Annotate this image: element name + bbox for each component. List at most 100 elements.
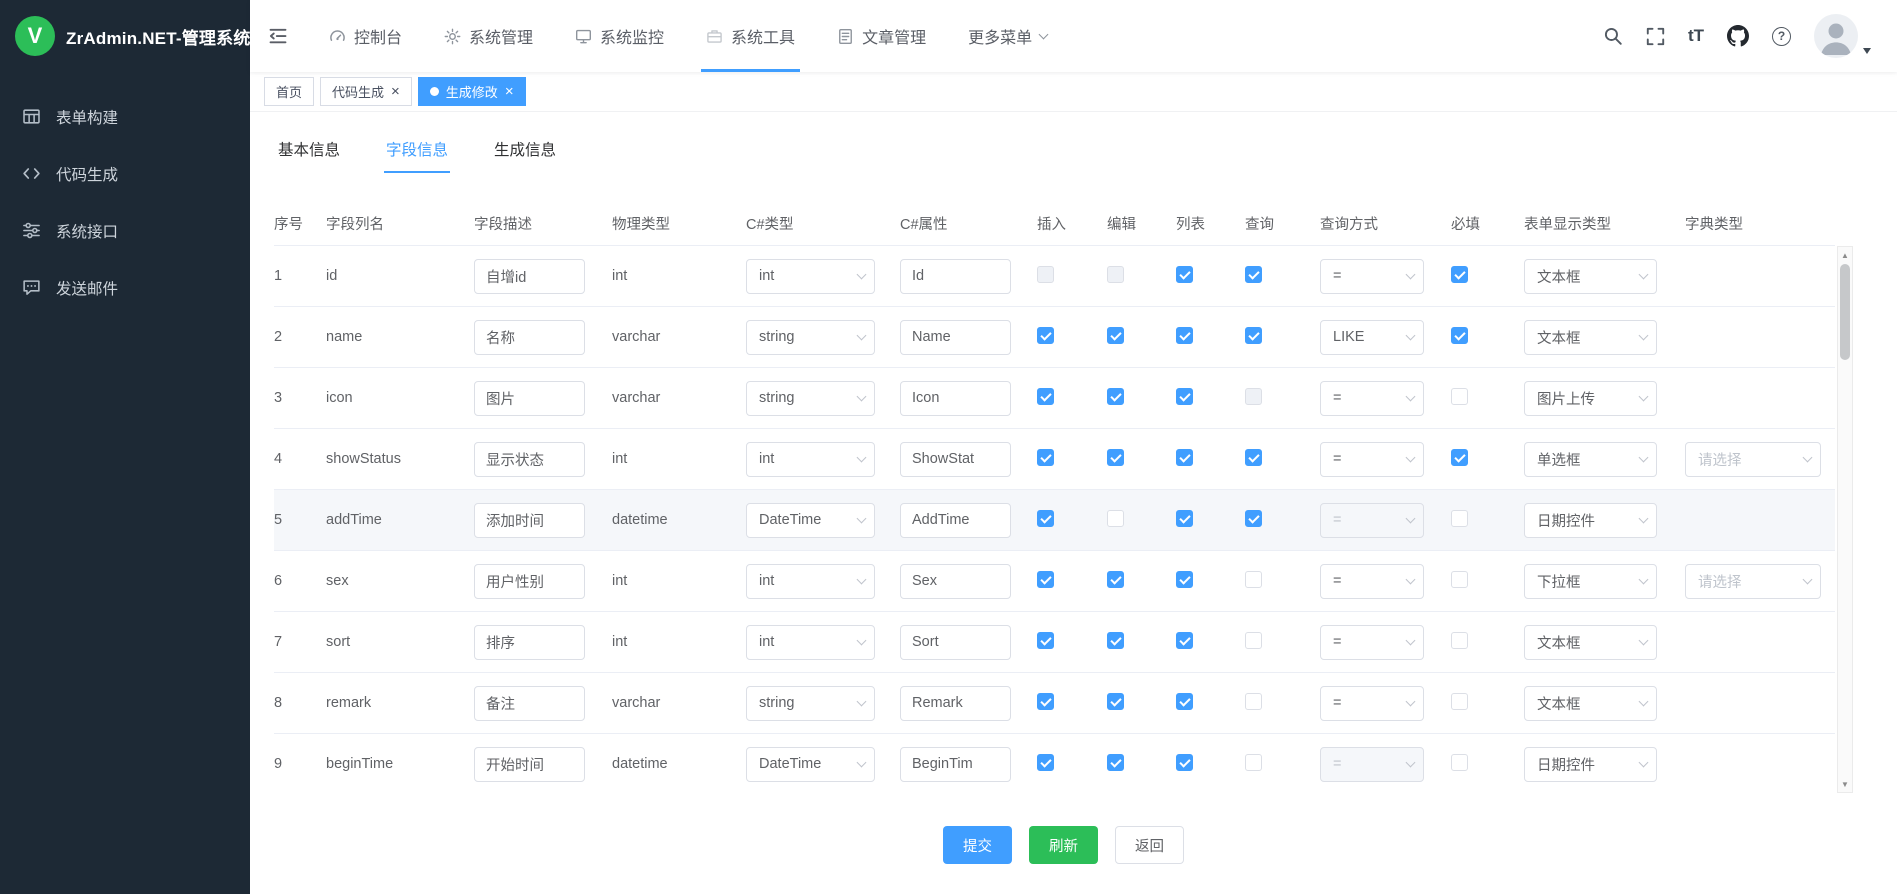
edit-checkbox[interactable]	[1107, 327, 1124, 344]
csharp-prop-input[interactable]	[900, 320, 1011, 355]
insert-checkbox[interactable]	[1037, 388, 1054, 405]
required-checkbox[interactable]	[1451, 754, 1468, 771]
insert-checkbox[interactable]	[1037, 449, 1054, 466]
close-icon[interactable]: ×	[391, 84, 400, 99]
scroll-down-arrow-icon[interactable]: ▼	[1838, 776, 1852, 792]
required-checkbox[interactable]	[1451, 571, 1468, 588]
display-type-select[interactable]: 文本框	[1524, 320, 1657, 355]
edit-checkbox[interactable]	[1107, 754, 1124, 771]
csharp-type-select[interactable]: string	[746, 320, 875, 355]
display-type-select[interactable]: 日期控件	[1524, 503, 1657, 538]
refresh-button[interactable]: 刷新	[1029, 826, 1098, 864]
column-desc-input[interactable]	[474, 259, 585, 294]
github-icon[interactable]	[1727, 25, 1749, 47]
list-checkbox[interactable]	[1176, 754, 1193, 771]
list-checkbox[interactable]	[1176, 510, 1193, 527]
column-desc-input[interactable]	[474, 503, 585, 538]
insert-checkbox[interactable]	[1037, 693, 1054, 710]
expand-icon[interactable]	[1646, 27, 1665, 46]
query-checkbox[interactable]	[1245, 266, 1262, 283]
scroll-thumb[interactable]	[1840, 264, 1850, 360]
display-type-select[interactable]: 图片上传	[1524, 381, 1657, 416]
column-desc-input[interactable]	[474, 381, 585, 416]
sidebar-item-send-mail[interactable]: 发送邮件	[0, 259, 250, 316]
dict-type-select[interactable]: 请选择	[1685, 564, 1821, 599]
display-type-select[interactable]: 文本框	[1524, 625, 1657, 660]
column-desc-input[interactable]	[474, 320, 585, 355]
csharp-prop-input[interactable]	[900, 442, 1011, 477]
query-checkbox[interactable]	[1245, 327, 1262, 344]
query-checkbox[interactable]	[1245, 571, 1262, 588]
csharp-type-select[interactable]: int	[746, 564, 875, 599]
column-desc-input[interactable]	[474, 625, 585, 660]
edit-checkbox[interactable]	[1107, 388, 1124, 405]
list-checkbox[interactable]	[1176, 449, 1193, 466]
column-desc-input[interactable]	[474, 686, 585, 721]
nav-tag-code-gen[interactable]: 代码生成×	[320, 77, 412, 106]
csharp-prop-input[interactable]	[900, 259, 1011, 294]
nav-item-dashboard[interactable]: 控制台	[308, 0, 423, 72]
display-type-select[interactable]: 文本框	[1524, 259, 1657, 294]
display-type-select[interactable]: 日期控件	[1524, 747, 1657, 782]
csharp-type-select[interactable]: DateTime	[746, 503, 875, 538]
help-icon[interactable]: ?	[1772, 27, 1791, 46]
column-desc-input[interactable]	[474, 442, 585, 477]
display-type-select[interactable]: 单选框	[1524, 442, 1657, 477]
nav-tag-gen-edit[interactable]: 生成修改×	[418, 77, 526, 106]
insert-checkbox[interactable]	[1037, 632, 1054, 649]
sidebar-toggle-icon[interactable]	[268, 26, 288, 46]
query-method-select[interactable]: =	[1320, 625, 1424, 660]
edit-checkbox[interactable]	[1107, 632, 1124, 649]
list-checkbox[interactable]	[1176, 266, 1193, 283]
column-desc-input[interactable]	[474, 564, 585, 599]
query-checkbox[interactable]	[1245, 693, 1262, 710]
required-checkbox[interactable]	[1451, 266, 1468, 283]
display-type-select[interactable]: 下拉框	[1524, 564, 1657, 599]
list-checkbox[interactable]	[1176, 632, 1193, 649]
column-desc-input[interactable]	[474, 747, 585, 782]
csharp-prop-input[interactable]	[900, 381, 1011, 416]
csharp-type-select[interactable]: DateTime	[746, 747, 875, 782]
tab-basic-info[interactable]: 基本信息	[278, 138, 340, 173]
nav-item-system-monitor[interactable]: 系统监控	[554, 0, 685, 72]
query-method-select[interactable]: =	[1320, 564, 1424, 599]
required-checkbox[interactable]	[1451, 510, 1468, 527]
insert-checkbox[interactable]	[1037, 754, 1054, 771]
query-checkbox[interactable]	[1245, 510, 1262, 527]
list-checkbox[interactable]	[1176, 571, 1193, 588]
query-method-select[interactable]: =	[1320, 686, 1424, 721]
sidebar-item-system-api[interactable]: 系统接口	[0, 202, 250, 259]
submit-button[interactable]: 提交	[943, 826, 1012, 864]
display-type-select[interactable]: 文本框	[1524, 686, 1657, 721]
query-method-select[interactable]: LIKE	[1320, 320, 1424, 355]
list-checkbox[interactable]	[1176, 693, 1193, 710]
nav-tag-home[interactable]: 首页	[264, 77, 314, 106]
scroll-up-arrow-icon[interactable]: ▲	[1838, 247, 1852, 263]
csharp-prop-input[interactable]	[900, 686, 1011, 721]
csharp-type-select[interactable]: int	[746, 442, 875, 477]
list-checkbox[interactable]	[1176, 388, 1193, 405]
sidebar-item-code-gen[interactable]: 代码生成	[0, 145, 250, 202]
csharp-prop-input[interactable]	[900, 564, 1011, 599]
query-method-select[interactable]: =	[1320, 442, 1424, 477]
edit-checkbox[interactable]	[1107, 510, 1124, 527]
edit-checkbox[interactable]	[1107, 571, 1124, 588]
tab-gen-info[interactable]: 生成信息	[494, 138, 556, 173]
edit-checkbox[interactable]	[1107, 449, 1124, 466]
query-checkbox[interactable]	[1245, 754, 1262, 771]
required-checkbox[interactable]	[1451, 693, 1468, 710]
nav-item-system-manage[interactable]: 系统管理	[423, 0, 554, 72]
query-checkbox[interactable]	[1245, 449, 1262, 466]
query-method-select[interactable]: =	[1320, 259, 1424, 294]
query-method-select[interactable]: =	[1320, 381, 1424, 416]
nav-item-more-menu[interactable]: 更多菜单	[947, 0, 1068, 72]
required-checkbox[interactable]	[1451, 388, 1468, 405]
csharp-prop-input[interactable]	[900, 625, 1011, 660]
nav-item-article-manage[interactable]: 文章管理	[816, 0, 947, 72]
csharp-prop-input[interactable]	[900, 503, 1011, 538]
dict-type-select[interactable]: 请选择	[1685, 442, 1821, 477]
csharp-type-select[interactable]: int	[746, 625, 875, 660]
csharp-prop-input[interactable]	[900, 747, 1011, 782]
required-checkbox[interactable]	[1451, 327, 1468, 344]
app-logo[interactable]: V ZrAdmin.NET-管理系统	[0, 0, 250, 72]
